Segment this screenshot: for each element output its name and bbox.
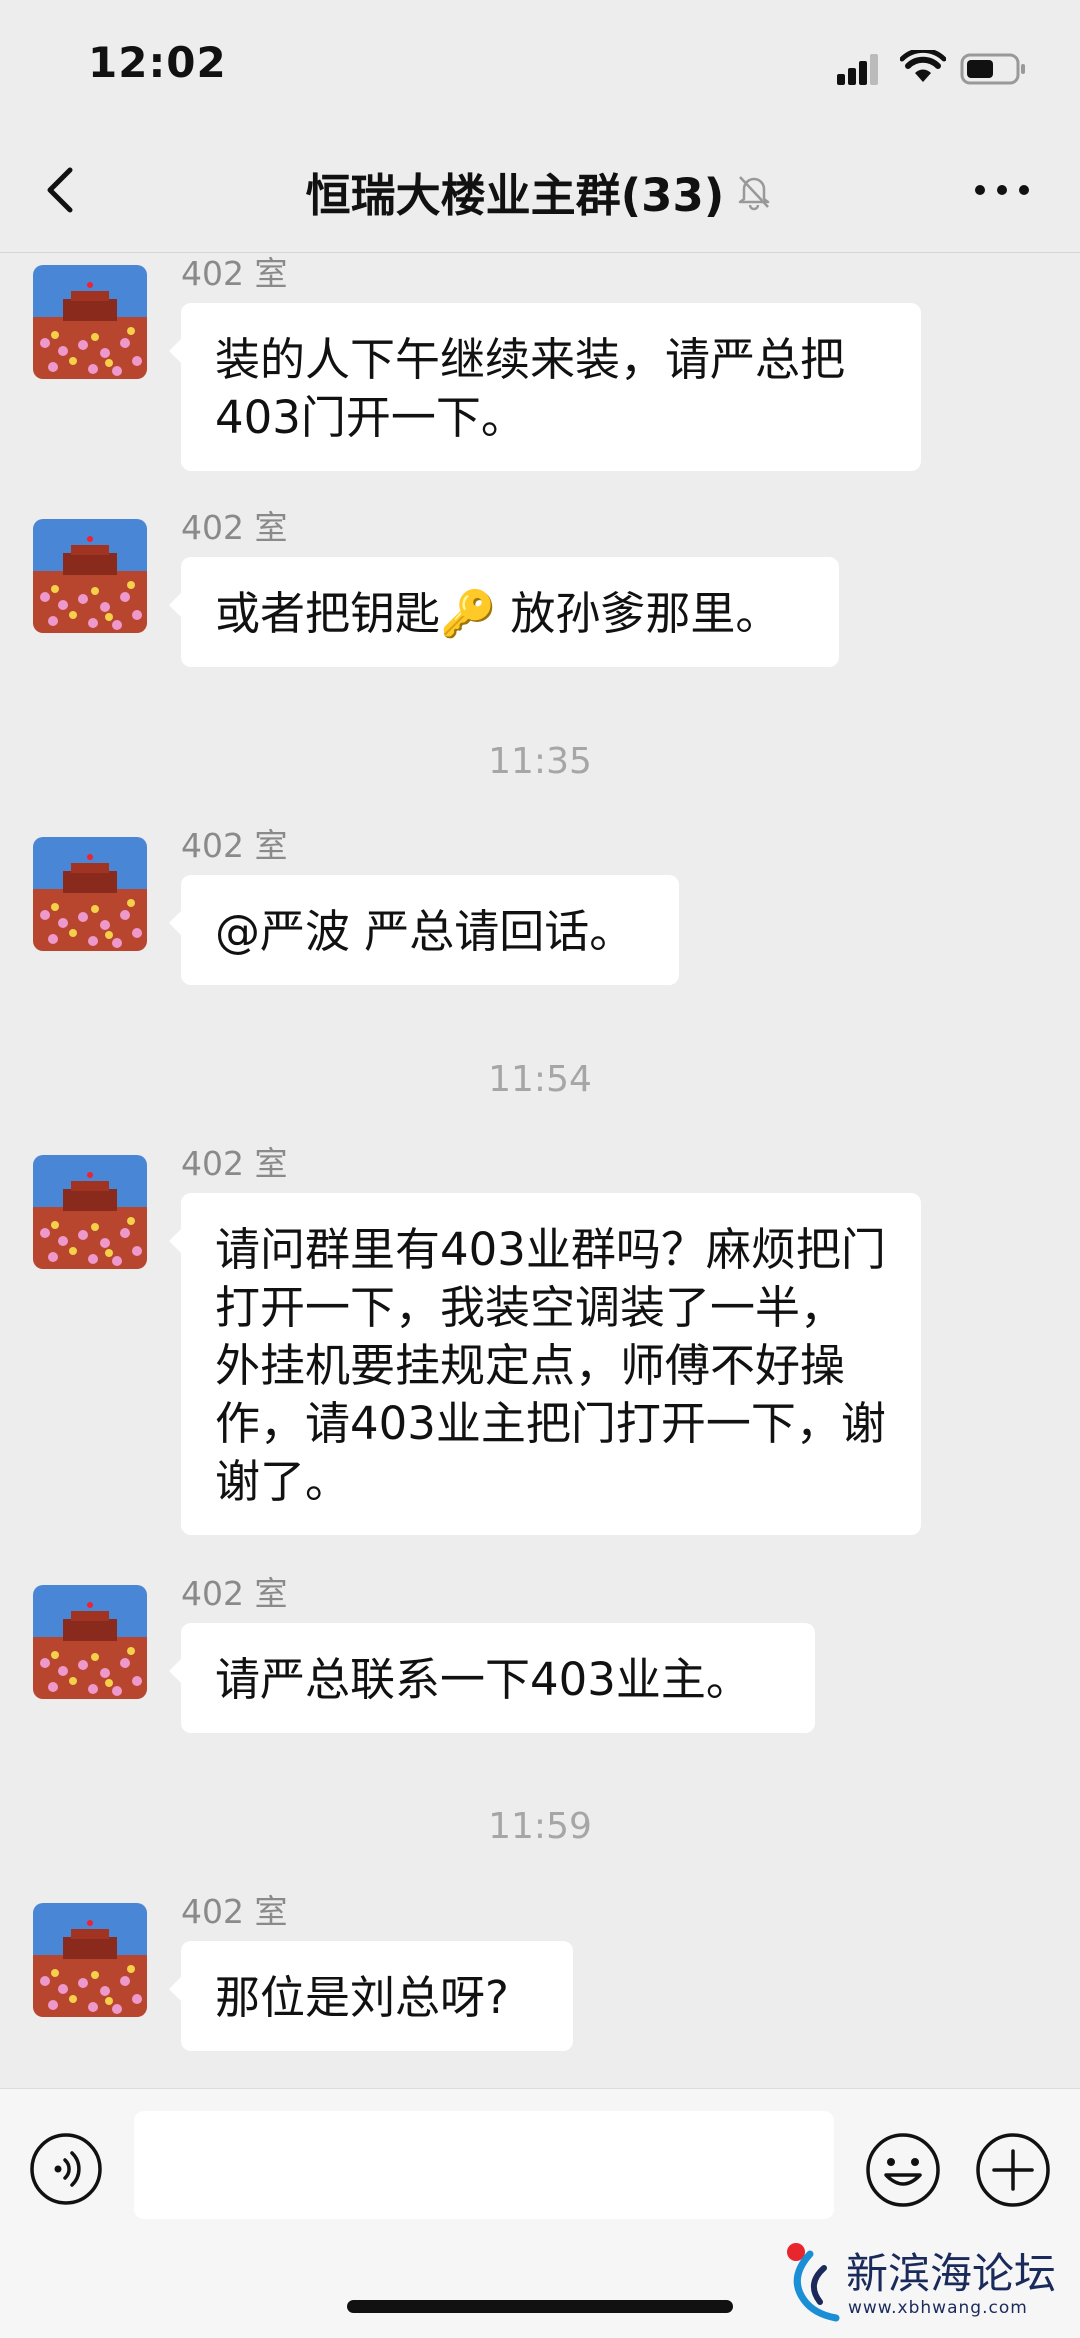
home-indicator[interactable] [347, 2300, 733, 2313]
message-bubble[interactable]: 请问群里有403业群吗？麻烦把门打开一下，我装空调装了一半，外挂机要挂规定点，师… [169, 1193, 921, 1535]
sender-name: 402 室 [181, 1144, 288, 1183]
message-bubble[interactable]: 请严总联系一下403业主。 [169, 1623, 815, 1733]
title-wrap: 恒瑞大楼业主群(33) [0, 130, 1080, 252]
watermark-name: 新滨海论坛 [846, 2249, 1057, 2298]
sender-name: 402 室 [181, 1574, 288, 1613]
message-bubble[interactable]: @严波 严总请回话。 [169, 875, 679, 985]
message-input[interactable] [134, 2111, 834, 2219]
sender-avatar[interactable] [33, 1585, 147, 1699]
sender-avatar[interactable] [33, 1903, 147, 2017]
sender-name: 402 室 [181, 508, 288, 547]
sender-name: 402 室 [181, 1892, 288, 1931]
emoji-icon[interactable] [864, 2131, 942, 2209]
message-list: 402 室 装的人下午继续来装，请严总把403门开一下。 402 室 或者把钥匙… [0, 253, 1080, 2088]
status-bar: 12:02 [0, 0, 1080, 130]
sender-avatar[interactable] [33, 837, 147, 951]
chat-title: 恒瑞大楼业主群(33) [305, 168, 725, 222]
message-bubble[interactable]: 那位是刘总呀? [169, 1941, 573, 2051]
time-divider: 11:59 [488, 1806, 592, 1847]
watermark-url: www.xbhwang.com [848, 2298, 1028, 2318]
cellular-signal-icon [837, 54, 878, 85]
message-bubble[interactable]: 或者把钥匙🔑 放孙爹那里。 [169, 557, 839, 667]
battery-icon [960, 53, 1025, 85]
more-options-icon[interactable] [972, 172, 1032, 208]
sender-avatar[interactable] [33, 1155, 147, 1269]
sender-avatar[interactable] [33, 519, 147, 633]
time-divider: 11:54 [488, 1059, 592, 1100]
watermark: 新滨海论坛 www.xbhwang.com [780, 2238, 1070, 2328]
voice-input-icon[interactable] [28, 2131, 104, 2207]
forum-logo-icon [787, 2243, 840, 2322]
time-divider: 11:35 [488, 741, 592, 782]
plus-icon[interactable] [974, 2131, 1052, 2209]
status-time: 12:02 [88, 38, 227, 87]
sender-avatar[interactable] [33, 265, 147, 379]
nav-bar: 恒瑞大楼业主群(33) [0, 130, 1080, 253]
sender-name: 402 室 [181, 254, 288, 293]
message-bubble[interactable]: 装的人下午继续来装，请严总把403门开一下。 [169, 303, 921, 471]
mute-bell-icon [739, 176, 770, 211]
wifi-icon [900, 50, 946, 82]
sender-name: 402 室 [181, 826, 288, 865]
